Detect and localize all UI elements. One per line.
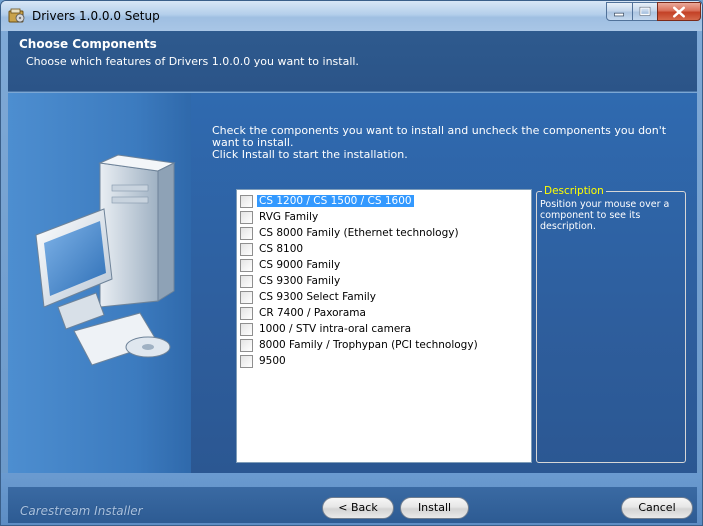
component-list[interactable]: CS 1200 / CS 1500 / CS 1600 RVG Family C… (236, 189, 532, 463)
close-button[interactable] (657, 2, 701, 21)
component-checkbox[interactable] (240, 226, 253, 240)
component-label[interactable]: CS 8000 Family (Ethernet technology) (257, 227, 461, 239)
footer: Carestream Installer < Back Install Canc… (1, 473, 702, 525)
component-checkbox[interactable] (240, 274, 253, 288)
list-item[interactable]: CS 8100 (240, 241, 305, 257)
list-item[interactable]: CS 1200 / CS 1500 / CS 1600 (240, 193, 414, 209)
computer-with-cd-icon (35, 154, 176, 366)
minimize-button[interactable] (606, 2, 633, 21)
list-item[interactable]: RVG Family (240, 209, 320, 225)
installer-window: Drivers 1.0.0.0 Setup Choose Components … (0, 0, 703, 526)
installer-icon (8, 8, 25, 23)
component-label[interactable]: 8000 Family / Trophypan (PCI technology) (257, 339, 480, 351)
component-checkbox[interactable] (240, 338, 253, 352)
close-icon (672, 6, 685, 18)
list-item[interactable]: 1000 / STV intra-oral camera (240, 321, 413, 337)
component-label[interactable]: 9500 (257, 355, 288, 367)
instruction-line-1: Check the components you want to install… (212, 124, 667, 149)
list-item[interactable]: CS 8000 Family (Ethernet technology) (240, 225, 461, 241)
component-checkbox[interactable] (240, 306, 253, 320)
content-panel: Check the components you want to install… (8, 93, 697, 473)
component-checkbox[interactable] (240, 210, 253, 224)
list-item[interactable]: 8000 Family / Trophypan (PCI technology) (240, 337, 480, 353)
component-checkbox[interactable] (240, 290, 253, 304)
component-checkbox[interactable] (240, 322, 253, 336)
back-button[interactable]: < Back (322, 497, 394, 519)
list-item[interactable]: CS 9000 Family (240, 257, 342, 273)
component-label[interactable]: CS 9000 Family (257, 259, 342, 271)
header-panel: Choose Components Choose which features … (8, 31, 697, 92)
component-label[interactable]: CS 9300 Select Family (257, 291, 378, 303)
maximize-icon (639, 6, 651, 16)
description-box: Description Position your mouse over a c… (536, 185, 686, 463)
maximize-button[interactable] (632, 2, 658, 21)
component-checkbox[interactable] (240, 258, 253, 272)
install-button[interactable]: Install (400, 497, 469, 519)
list-item[interactable]: CS 9300 Family (240, 273, 342, 289)
page-title: Choose Components (19, 37, 157, 51)
window-title: Drivers 1.0.0.0 Setup (32, 9, 160, 23)
brand-label: Carestream Installer (20, 504, 143, 518)
list-item[interactable]: CS 9300 Select Family (240, 289, 378, 305)
component-checkbox[interactable] (240, 194, 253, 208)
component-label[interactable]: RVG Family (257, 211, 320, 223)
list-item[interactable]: CR 7400 / Paxorama (240, 305, 368, 321)
instruction-text: Check the components you want to install… (212, 125, 690, 161)
component-label[interactable]: CS 1200 / CS 1500 / CS 1600 (257, 195, 414, 207)
page-subtitle: Choose which features of Drivers 1.0.0.0… (26, 55, 359, 68)
component-label[interactable]: CS 8100 (257, 243, 305, 255)
component-label[interactable]: 1000 / STV intra-oral camera (257, 323, 413, 335)
component-checkbox[interactable] (240, 354, 253, 368)
component-label[interactable]: CS 9300 Family (257, 275, 342, 287)
illustration-panel (8, 93, 191, 473)
instruction-line-2: Click Install to start the installation. (212, 148, 408, 161)
description-text: Position your mouse over a component to … (540, 199, 670, 232)
list-item[interactable]: 9500 (240, 353, 288, 369)
minimize-icon (614, 12, 625, 17)
description-legend: Description (542, 185, 606, 197)
component-checkbox[interactable] (240, 242, 253, 256)
title-bar[interactable]: Drivers 1.0.0.0 Setup (1, 1, 702, 31)
cancel-button[interactable]: Cancel (621, 497, 693, 519)
component-label[interactable]: CR 7400 / Paxorama (257, 307, 368, 319)
